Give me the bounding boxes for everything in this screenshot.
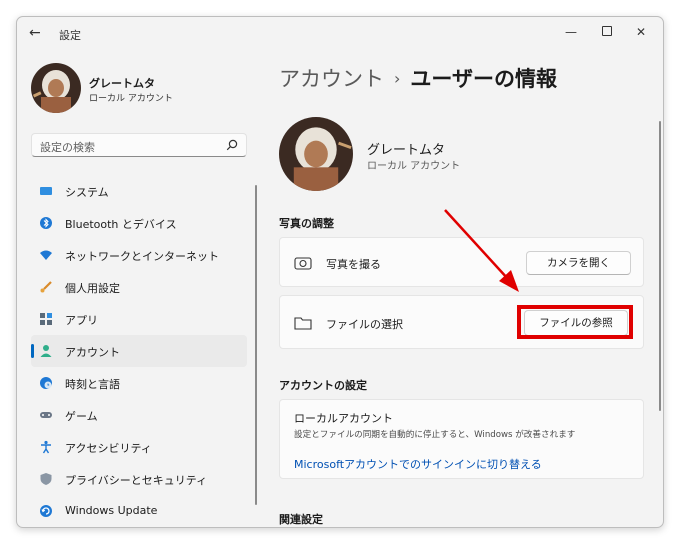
chevron-right-icon: › [394, 69, 401, 88]
brush-icon [40, 281, 52, 293]
close-button[interactable]: ✕ [629, 23, 653, 41]
camera-icon [294, 257, 312, 270]
maximize-icon [602, 26, 612, 36]
highlight-box [517, 305, 633, 339]
switch-to-microsoft-account-link[interactable]: Microsoftアカウントでのサインインに切り替える [294, 456, 542, 472]
active-indicator [31, 344, 34, 358]
sidebar-item-network[interactable]: ネットワークとインターネット [31, 239, 247, 271]
search-placeholder: 設定の検索 [40, 141, 95, 154]
profile-photo [279, 117, 353, 191]
sidebar-item-label: ネットワークとインターネット [65, 250, 219, 263]
sidebar-nav: システム Bluetooth とデバイス ネットワークとインターネット 個人用設… [31, 175, 247, 527]
search-icon[interactable] [226, 139, 238, 151]
sidebar-item-personalization[interactable]: 個人用設定 [31, 271, 247, 303]
sidebar-item-privacy-security[interactable]: プライバシーとセキュリティ [31, 463, 247, 495]
avatar-photo [31, 63, 81, 113]
breadcrumb-parent[interactable]: アカウント [279, 67, 384, 91]
bluetooth-icon [40, 217, 52, 229]
gamepad-icon [40, 412, 52, 418]
profile-account-type: ローカル アカウント [367, 161, 461, 172]
sidebar-item-label: Windows Update [65, 504, 158, 517]
sidebar-item-time-language[interactable]: 時刻と言語 [31, 367, 247, 399]
settings-window: ← 設定 — ✕ グレートムタ ローカル アカウント 設定の検索 システム Bl… [16, 16, 664, 528]
time-language-icon [40, 377, 52, 389]
window-title: 設定 [59, 29, 81, 42]
sidebar-item-label: ゲーム [65, 410, 98, 423]
sidebar-scrollbar[interactable] [255, 185, 257, 505]
title-bar: ← 設定 — ✕ [17, 17, 663, 49]
breadcrumb: アカウント › ユーザーの情報 [279, 63, 557, 93]
maximize-button[interactable] [595, 23, 619, 41]
sidebar-avatar [31, 63, 81, 113]
related-settings-title: 関連設定 [279, 513, 323, 526]
sidebar-item-system[interactable]: システム [31, 175, 247, 207]
local-account-card: ローカルアカウント 設定とファイルの同期を自動的に停止すると、Windows が… [279, 399, 644, 479]
accessibility-icon [41, 440, 51, 454]
sidebar-item-label: プライバシーとセキュリティ [65, 474, 208, 487]
account-icon [40, 345, 52, 357]
page-title: ユーザーの情報 [410, 67, 557, 91]
network-icon [40, 250, 52, 260]
account-settings-title: アカウントの設定 [279, 379, 367, 392]
take-photo-label: 写真を撮る [326, 258, 381, 271]
sidebar-item-accessibility[interactable]: アクセシビリティ [31, 431, 247, 463]
open-camera-button[interactable]: カメラを開く [526, 251, 631, 275]
windows-update-icon [40, 505, 52, 517]
profile-avatar [279, 117, 353, 191]
sidebar-item-apps[interactable]: アプリ [31, 303, 247, 335]
search-input[interactable]: 設定の検索 [31, 133, 247, 157]
photo-section-title: 写真の調整 [279, 217, 334, 230]
profile-user-name: グレートムタ [367, 143, 446, 158]
sidebar-item-windows-update[interactable]: Windows Update [31, 495, 247, 527]
sidebar-item-label: システム [65, 186, 109, 199]
folder-icon [294, 317, 312, 330]
apps-icon [40, 313, 52, 325]
sidebar-account-type: ローカル アカウント [89, 94, 173, 104]
sidebar-item-label: Bluetooth とデバイス [65, 218, 177, 231]
sidebar-item-label: アプリ [65, 314, 98, 327]
sidebar-user-name: グレートムタ [89, 77, 155, 90]
sidebar-item-bluetooth[interactable]: Bluetooth とデバイス [31, 207, 247, 239]
local-account-description: 設定とファイルの同期を自動的に停止すると、Windows が改善されます [294, 430, 576, 440]
sidebar-item-label: 時刻と言語 [65, 378, 120, 391]
choose-file-label: ファイルの選択 [326, 318, 403, 331]
take-photo-card: 写真を撮る カメラを開く [279, 237, 644, 287]
minimize-button[interactable]: — [559, 23, 583, 41]
shield-icon [40, 473, 52, 485]
sidebar-item-gaming[interactable]: ゲーム [31, 399, 247, 431]
sidebar-item-label: 個人用設定 [65, 282, 120, 295]
back-arrow-icon[interactable]: ← [29, 25, 45, 41]
system-icon [40, 187, 52, 195]
sidebar-item-label: アカウント [65, 346, 120, 359]
main-scrollbar[interactable] [659, 121, 661, 411]
sidebar-item-accounts[interactable]: アカウント [31, 335, 247, 367]
sidebar-item-label: アクセシビリティ [65, 442, 152, 455]
local-account-title: ローカルアカウント [294, 412, 393, 425]
